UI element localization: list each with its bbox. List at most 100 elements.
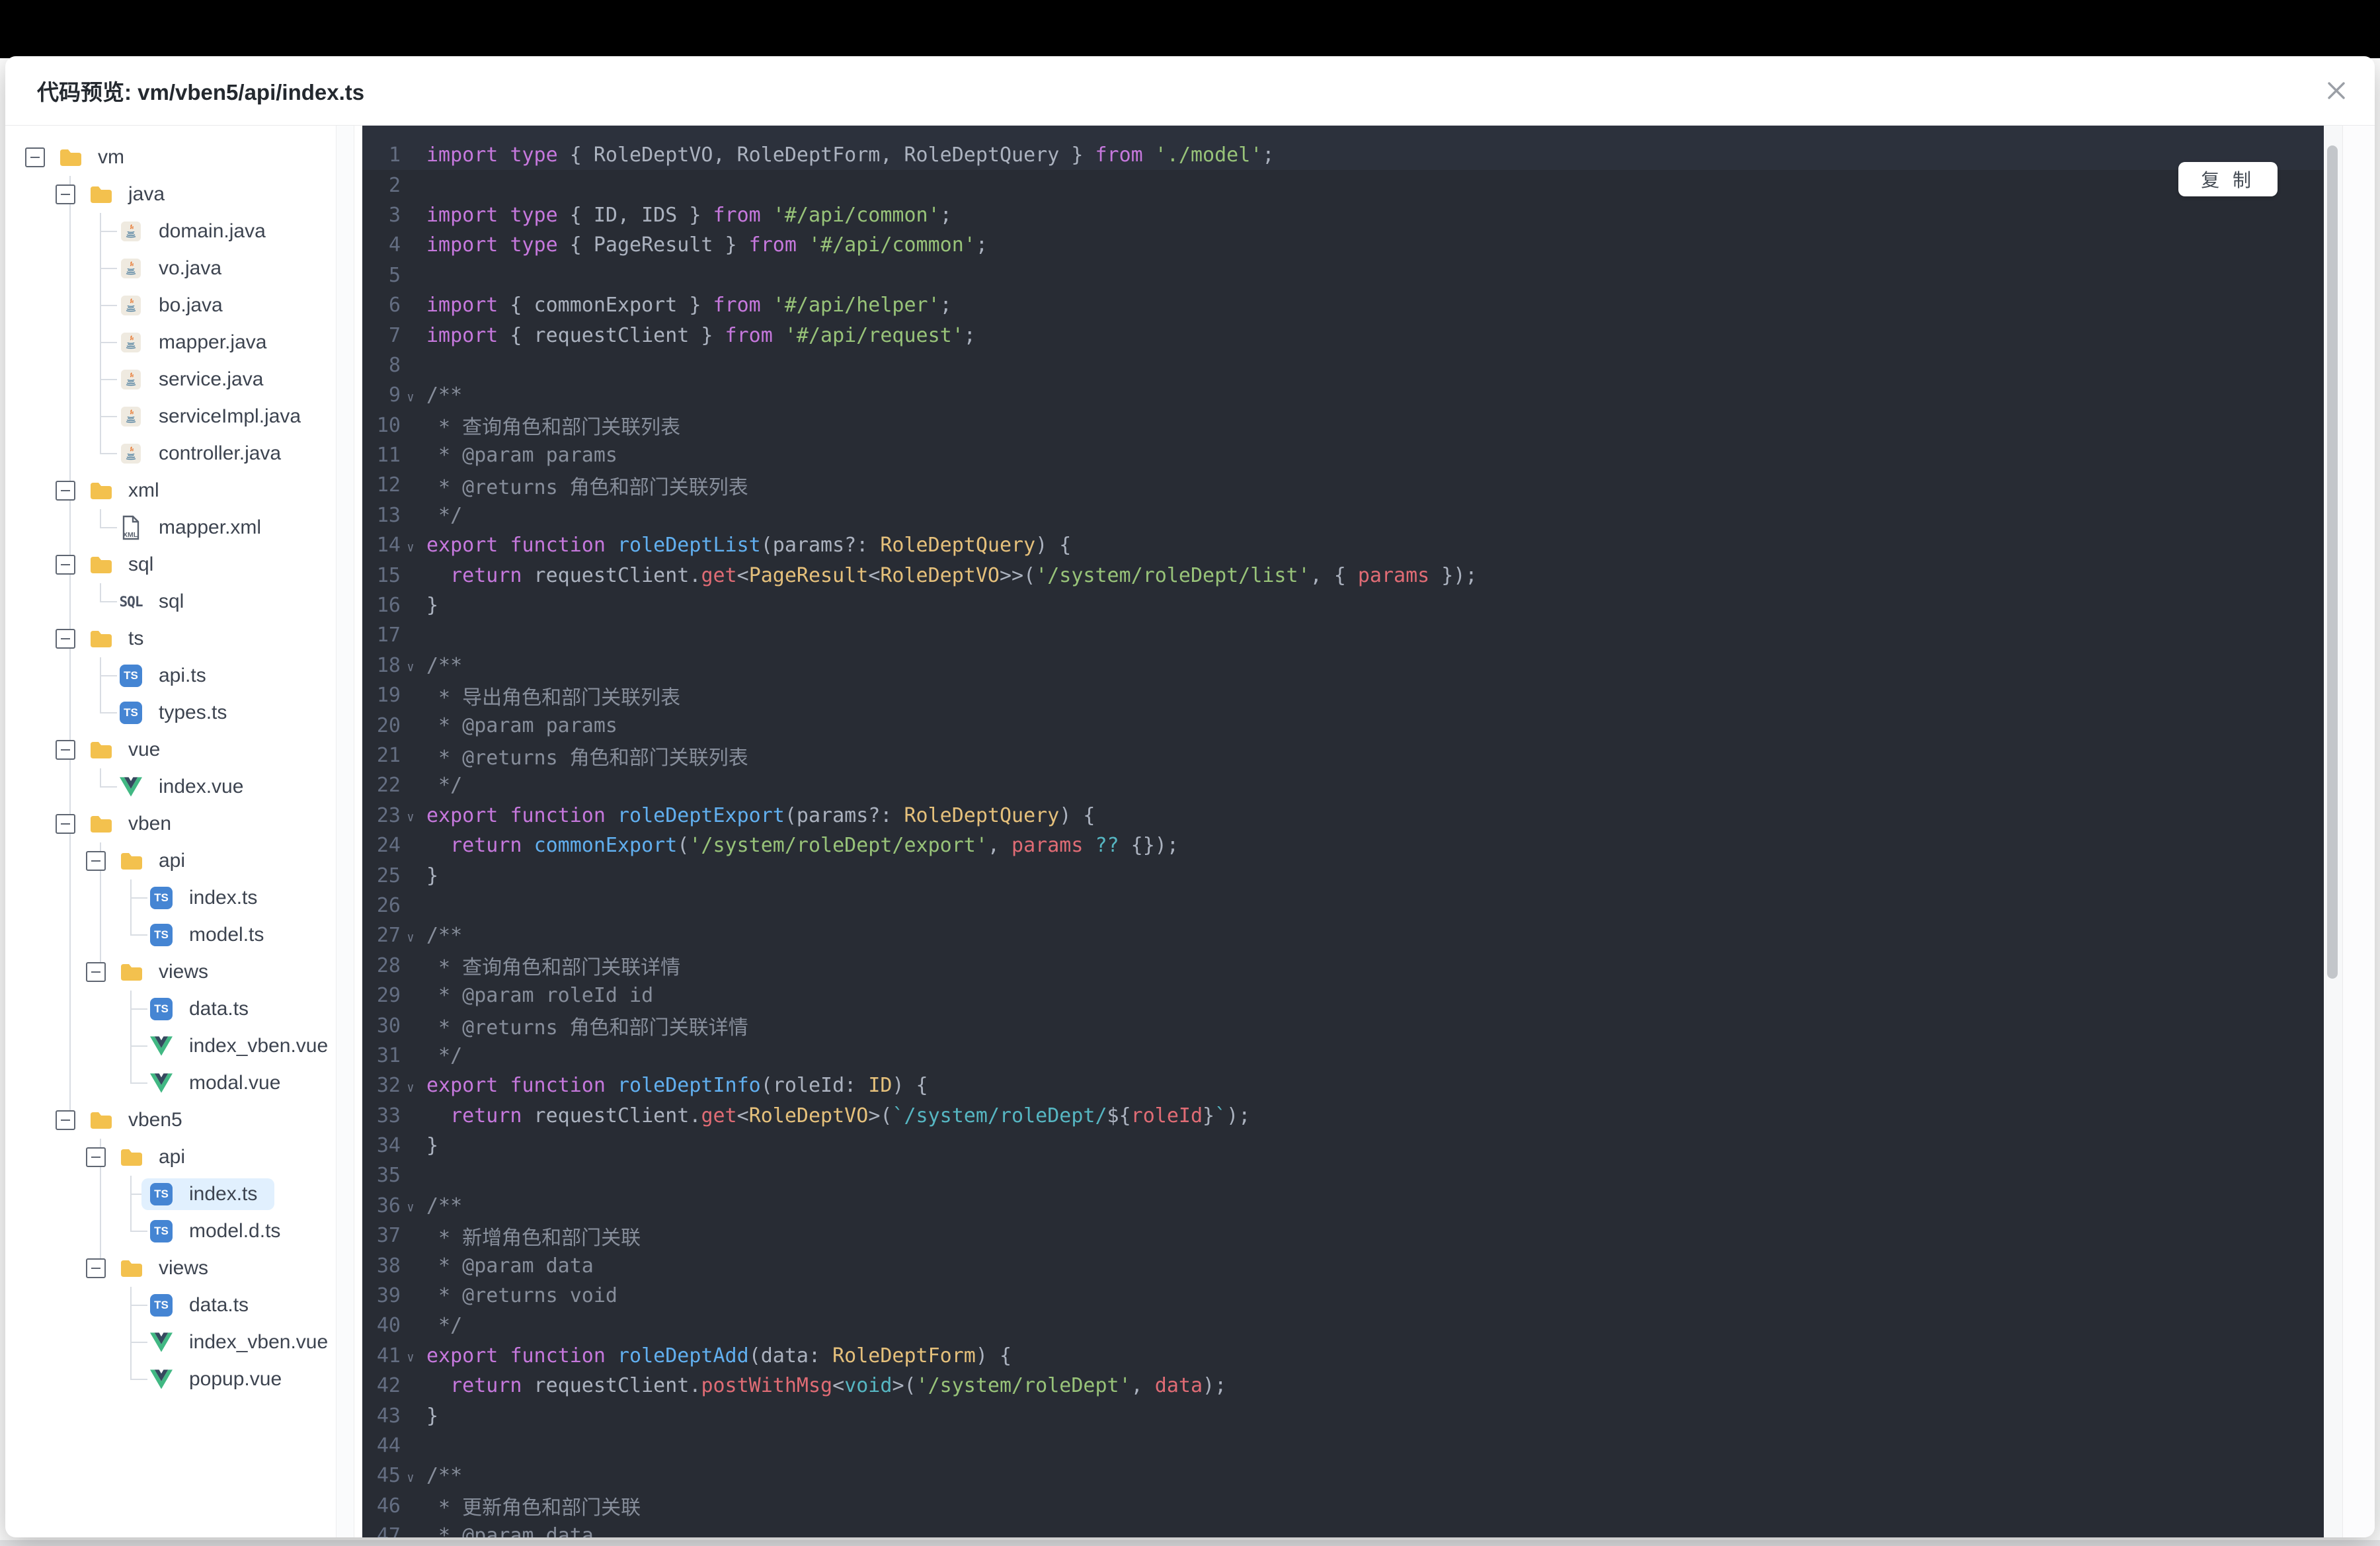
tree-node-sql[interactable]: SQL sql: [5, 583, 336, 620]
line-number: 5: [388, 263, 401, 287]
tree-node-views[interactable]: views: [5, 954, 336, 991]
tree-node-modal-vue[interactable]: modal.vue: [5, 1065, 336, 1102]
tree-node-index-vben-vue[interactable]: index_vben.vue: [5, 1324, 336, 1361]
copy-button[interactable]: 复 制: [2178, 162, 2278, 196]
fold-arrow-icon[interactable]: ∨: [401, 1077, 420, 1095]
line-number: 3: [388, 203, 401, 227]
tree-node-data-ts[interactable]: TS data.ts: [5, 1287, 336, 1324]
tree-node-mapper-java[interactable]: mapper.java: [5, 324, 336, 361]
tree-node-xml[interactable]: xml: [5, 472, 336, 509]
tree-node-views[interactable]: views: [5, 1250, 336, 1287]
line-number: 8: [388, 353, 401, 377]
line-number: 30: [376, 1014, 401, 1037]
tree-node-label: sql: [159, 590, 184, 612]
tree-node-controller-java[interactable]: controller.java: [5, 435, 336, 472]
tree-node-index-vben-vue[interactable]: index_vben.vue: [5, 1028, 336, 1065]
collapse-toggle[interactable]: [56, 481, 75, 501]
fold-arrow-icon[interactable]: ∨: [401, 536, 420, 555]
code-line: 22 */: [362, 770, 2324, 800]
folder-icon: [91, 483, 112, 499]
tree-node-vben5[interactable]: vben5: [5, 1102, 336, 1139]
close-button[interactable]: [2322, 76, 2351, 105]
vue-file-icon: [150, 1369, 173, 1389]
collapse-toggle[interactable]: [56, 814, 75, 834]
collapse-toggle[interactable]: [86, 962, 106, 982]
code-line: 36 ∨/**: [362, 1191, 2324, 1221]
fold-arrow-icon[interactable]: ∨: [401, 806, 420, 825]
ts-file-icon: TS: [150, 1220, 173, 1242]
tree-node-api[interactable]: api: [5, 1139, 336, 1176]
code-line: 30 * @returns 角色和部门关联详情: [362, 1010, 2324, 1040]
code-line: 32 ∨ export function roleDeptInfo(roleId: …: [362, 1071, 2324, 1100]
fold-arrow-icon[interactable]: ∨: [401, 1467, 420, 1485]
collapse-toggle[interactable]: [86, 1258, 106, 1278]
tree-node-model-d-ts[interactable]: TS model.d.ts: [5, 1213, 336, 1250]
code-line: 27 ∨/**: [362, 920, 2324, 950]
tree-node-domain-java[interactable]: domain.java: [5, 213, 336, 250]
tree-node-vue[interactable]: vue: [5, 731, 336, 768]
tree-node-vo-java[interactable]: vo.java: [5, 250, 336, 287]
collapse-toggle[interactable]: [86, 851, 106, 871]
code-line: 18 ∨/**: [362, 651, 2324, 680]
fold-arrow-icon[interactable]: ∨: [401, 1346, 420, 1365]
tree-node-api[interactable]: api: [5, 842, 336, 879]
collapse-toggle[interactable]: [86, 1147, 106, 1167]
selected-tree-node[interactable]: TS index.ts: [141, 1178, 275, 1210]
code-scrollbar[interactable]: [2324, 126, 2343, 1537]
code-line: 29 * @param roleId id: [362, 981, 2324, 1010]
modal-body: vm java domain.java vo.java bo.java mapper.ja…: [5, 126, 2375, 1537]
code-line: 41 ∨ export function roleDeptAdd(data: Rol…: [362, 1341, 2324, 1371]
tree-node-label: vben5: [128, 1109, 182, 1131]
tree-node-types-ts[interactable]: TS types.ts: [5, 694, 336, 731]
collapse-toggle[interactable]: [56, 629, 75, 649]
tree-node-java[interactable]: java: [5, 176, 336, 213]
tree-node-index-vue[interactable]: index.vue: [5, 768, 336, 805]
tree-node-mapper-xml[interactable]: XML mapper.xml: [5, 509, 336, 546]
fold-arrow-icon[interactable]: ∨: [401, 926, 420, 945]
tree-node-vm[interactable]: vm: [5, 139, 336, 176]
code-line: 5: [362, 261, 2324, 290]
fold-arrow-icon[interactable]: ∨: [401, 1196, 420, 1215]
collapse-toggle[interactable]: [56, 1110, 75, 1130]
line-number: 11: [376, 444, 401, 468]
file-tree-scrollbar[interactable]: [336, 126, 354, 1537]
fold-arrow-icon[interactable]: ∨: [401, 386, 420, 405]
line-number: 42: [376, 1374, 401, 1398]
collapse-toggle[interactable]: [25, 147, 45, 167]
code-scrollbar-thumb[interactable]: [2327, 145, 2338, 979]
tree-node-label: index.ts: [189, 887, 258, 909]
tree-node-index-ts[interactable]: TS index.ts: [5, 1176, 336, 1213]
tree-node-ts[interactable]: ts: [5, 620, 336, 657]
tree-node-service-java[interactable]: service.java: [5, 361, 336, 398]
code-line: 23 ∨ export function roleDeptExport(params…: [362, 801, 2324, 831]
tree-node-data-ts[interactable]: TS data.ts: [5, 991, 336, 1028]
ts-file-icon: TS: [150, 1183, 173, 1205]
code-line: 28 * 查询角色和部门关联详情: [362, 951, 2324, 981]
tree-node-serviceimpl-java[interactable]: serviceImpl.java: [5, 398, 336, 435]
tree-node-index-ts[interactable]: TS index.ts: [5, 879, 336, 916]
backdrop-top-bar: [0, 0, 2380, 58]
tree-node-model-ts[interactable]: TS model.ts: [5, 916, 336, 954]
tree-node-popup-vue[interactable]: popup.vue: [5, 1361, 336, 1398]
tree-node-label: vm: [98, 146, 124, 168]
tree-node-bo-java[interactable]: bo.java: [5, 287, 336, 324]
code-line: 12 * @returns 角色和部门关联列表: [362, 470, 2324, 500]
ts-file-icon: TS: [120, 665, 142, 687]
line-number: 33: [376, 1104, 401, 1127]
collapse-toggle[interactable]: [56, 555, 75, 575]
tree-node-vben[interactable]: vben: [5, 805, 336, 842]
tree-node-api-ts[interactable]: TS api.ts: [5, 657, 336, 694]
collapse-toggle[interactable]: [56, 184, 75, 204]
fold-arrow-icon[interactable]: ∨: [401, 656, 420, 674]
folder-icon: [91, 186, 112, 203]
code-line: 40 */: [362, 1311, 2324, 1340]
line-number: 6: [388, 294, 401, 317]
line-number: 1: [388, 143, 401, 167]
tree-node-sql[interactable]: sql: [5, 546, 336, 583]
code-line: 9 ∨/**: [362, 380, 2324, 410]
collapse-toggle[interactable]: [56, 740, 75, 760]
xml-file-icon: XML: [122, 515, 139, 540]
